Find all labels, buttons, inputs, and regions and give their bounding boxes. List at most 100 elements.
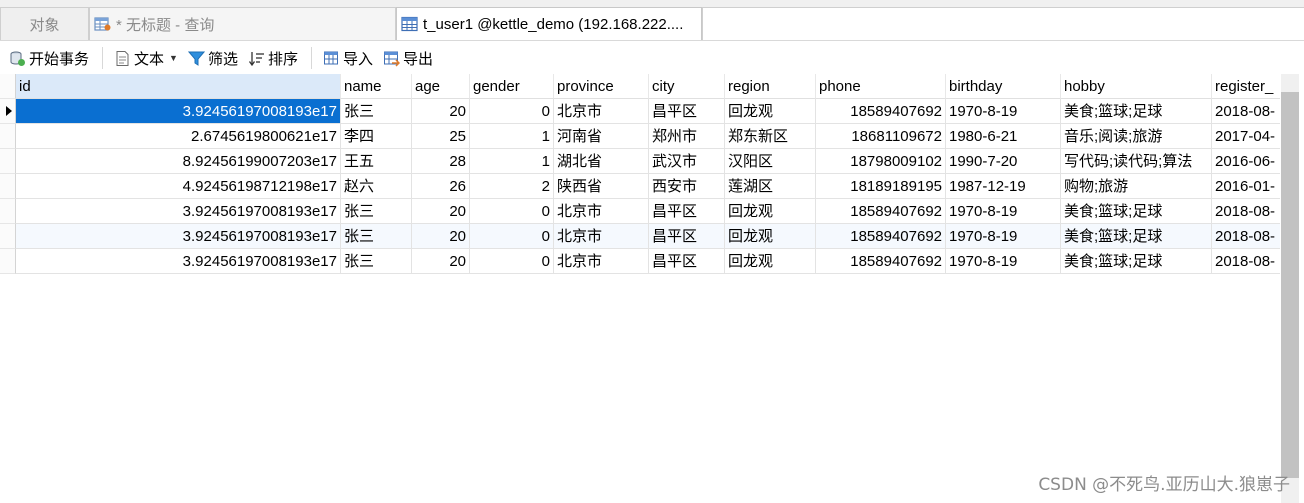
table-cell[interactable]: 2.6745619800621e17 [16, 124, 341, 149]
row-indicator[interactable] [0, 199, 16, 224]
table-row[interactable]: 3.92456197008193e17 张三 20 0 北京市 昌平区 回龙观 1858940… [0, 224, 1280, 249]
table-cell[interactable]: 1990-7-20 [946, 149, 1061, 174]
table-row[interactable]: 4.92456198712198e17 赵六 26 2 陕西省 西安市 莲湖区 1818918… [0, 174, 1280, 199]
table-cell[interactable]: 28 [412, 149, 470, 174]
tab-query[interactable]: * 无标题 - 查询 [89, 7, 396, 40]
table-cell[interactable]: 1987-12-19 [946, 174, 1061, 199]
table-cell[interactable]: 3.92456197008193e17 [16, 99, 341, 124]
table-cell[interactable]: 20 [412, 99, 470, 124]
table-cell[interactable]: 2016-01- [1212, 174, 1280, 199]
table-cell[interactable]: 0 [470, 249, 554, 274]
table-cell[interactable]: 2018-08- [1212, 224, 1280, 249]
table-cell[interactable]: 1970-8-19 [946, 224, 1061, 249]
vertical-scrollbar[interactable] [1280, 74, 1304, 503]
table-cell[interactable]: 昌平区 [649, 99, 725, 124]
table-cell[interactable]: 王五 [341, 149, 412, 174]
table-cell[interactable]: 2017-04- [1212, 124, 1280, 149]
row-indicator[interactable] [0, 174, 16, 199]
table-cell[interactable]: 张三 [341, 249, 412, 274]
table-cell[interactable]: 北京市 [554, 199, 649, 224]
table-cell[interactable]: 20 [412, 199, 470, 224]
table-cell[interactable]: 25 [412, 124, 470, 149]
table-cell[interactable]: 18189189195 [816, 174, 946, 199]
table-cell[interactable]: 北京市 [554, 99, 649, 124]
table-cell[interactable]: 2 [470, 174, 554, 199]
table-cell[interactable]: 赵六 [341, 174, 412, 199]
table-cell[interactable]: 湖北省 [554, 149, 649, 174]
table-cell[interactable]: 3.92456197008193e17 [16, 224, 341, 249]
column-header-age[interactable]: age [412, 74, 470, 99]
table-row[interactable]: 3.92456197008193e17 张三 20 0 北京市 昌平区 回龙观 1858940… [0, 249, 1280, 274]
import-button[interactable]: 导入 [320, 45, 376, 71]
sort-button[interactable]: 排序 [245, 45, 301, 71]
table-cell[interactable]: 昌平区 [649, 249, 725, 274]
table-cell[interactable]: 回龙观 [725, 199, 816, 224]
table-cell[interactable]: 1970-8-19 [946, 249, 1061, 274]
table-cell[interactable]: 18798009102 [816, 149, 946, 174]
table-cell[interactable]: 18681109672 [816, 124, 946, 149]
table-cell[interactable]: 2018-08- [1212, 199, 1280, 224]
table-cell[interactable]: 购物;旅游 [1061, 174, 1212, 199]
table-cell[interactable]: 音乐;阅读;旅游 [1061, 124, 1212, 149]
table-cell[interactable]: 李四 [341, 124, 412, 149]
column-header-hobby[interactable]: hobby [1061, 74, 1212, 99]
column-header-name[interactable]: name [341, 74, 412, 99]
text-button[interactable]: 文本 ▼ [111, 45, 181, 71]
table-row[interactable]: 2.6745619800621e17 李四 25 1 河南省 郑州市 郑东新区 1868110… [0, 124, 1280, 149]
table-cell[interactable]: 18589407692 [816, 99, 946, 124]
table-cell[interactable]: 0 [470, 199, 554, 224]
table-cell[interactable]: 汉阳区 [725, 149, 816, 174]
table-cell[interactable]: 2016-06- [1212, 149, 1280, 174]
begin-transaction-button[interactable]: 开始事务 [6, 45, 92, 71]
column-header-region[interactable]: region [725, 74, 816, 99]
table-cell[interactable]: 20 [412, 249, 470, 274]
table-cell[interactable]: 0 [470, 224, 554, 249]
table-cell[interactable]: 美食;篮球;足球 [1061, 199, 1212, 224]
table-cell[interactable]: 1970-8-19 [946, 199, 1061, 224]
column-header-gender[interactable]: gender [470, 74, 554, 99]
scroll-up-arrow[interactable] [1281, 74, 1299, 91]
row-indicator[interactable] [0, 149, 16, 174]
table-cell[interactable]: 1980-6-21 [946, 124, 1061, 149]
tab-table[interactable]: t_user1 @kettle_demo (192.168.222.... [396, 7, 702, 40]
table-cell[interactable]: 张三 [341, 224, 412, 249]
table-cell[interactable]: 张三 [341, 199, 412, 224]
table-row[interactable]: 8.92456199007203e17 王五 28 1 湖北省 武汉市 汉阳区 1879800… [0, 149, 1280, 174]
table-cell[interactable]: 美食;篮球;足球 [1061, 224, 1212, 249]
chevron-down-icon[interactable]: ▼ [169, 53, 178, 63]
table-cell[interactable]: 8.92456199007203e17 [16, 149, 341, 174]
row-indicator[interactable] [0, 224, 16, 249]
table-cell[interactable]: 郑州市 [649, 124, 725, 149]
table-cell[interactable]: 1 [470, 124, 554, 149]
column-header-register[interactable]: register_ [1212, 74, 1280, 99]
column-header-province[interactable]: province [554, 74, 649, 99]
table-cell[interactable]: 北京市 [554, 224, 649, 249]
table-cell[interactable]: 1970-8-19 [946, 99, 1061, 124]
table-cell[interactable]: 陕西省 [554, 174, 649, 199]
table-cell[interactable]: 回龙观 [725, 99, 816, 124]
table-cell[interactable]: 美食;篮球;足球 [1061, 99, 1212, 124]
table-row[interactable]: 3.92456197008193e17 张三 20 0 北京市 昌平区 回龙观 1858940… [0, 199, 1280, 224]
row-indicator[interactable] [0, 249, 16, 274]
table-cell[interactable]: 回龙观 [725, 224, 816, 249]
table-cell[interactable]: 18589407692 [816, 199, 946, 224]
table-cell[interactable]: 1 [470, 149, 554, 174]
column-header-city[interactable]: city [649, 74, 725, 99]
table-cell[interactable]: 郑东新区 [725, 124, 816, 149]
table-cell[interactable]: 0 [470, 99, 554, 124]
table-cell[interactable]: 3.92456197008193e17 [16, 249, 341, 274]
table-cell[interactable]: 莲湖区 [725, 174, 816, 199]
table-cell[interactable]: 北京市 [554, 249, 649, 274]
table-cell[interactable]: 回龙观 [725, 249, 816, 274]
column-header-id[interactable]: id [16, 74, 341, 99]
table-cell[interactable]: 2018-08- [1212, 99, 1280, 124]
row-indicator[interactable] [0, 124, 16, 149]
row-indicator[interactable] [0, 99, 16, 124]
tab-objects[interactable]: 对象 [0, 7, 89, 40]
table-cell[interactable]: 河南省 [554, 124, 649, 149]
column-header-birthday[interactable]: birthday [946, 74, 1061, 99]
table-cell[interactable]: 26 [412, 174, 470, 199]
table-cell[interactable]: 张三 [341, 99, 412, 124]
column-header-phone[interactable]: phone [816, 74, 946, 99]
export-button[interactable]: 导出 [380, 45, 436, 71]
